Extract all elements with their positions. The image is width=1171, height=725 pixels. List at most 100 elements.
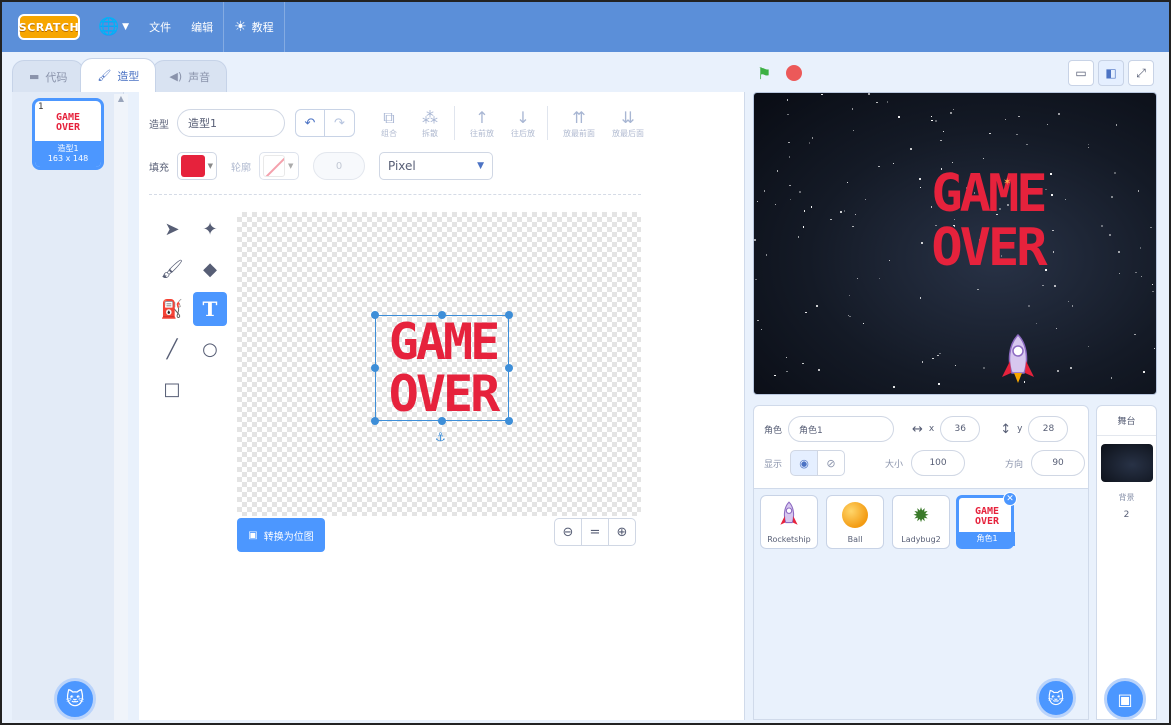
resize-handle[interactable] (371, 364, 379, 372)
sprite-name: Ladybug2 (901, 535, 941, 544)
fullscreen-button[interactable]: ⤢ (1128, 60, 1154, 86)
forward-button[interactable]: ↑ 往前放 (463, 108, 501, 139)
text-tool[interactable]: T (193, 292, 227, 326)
resize-handle[interactable] (371, 311, 379, 319)
star (937, 354, 939, 357)
arrow-bottom-icon: ⇊ (621, 107, 635, 127)
resize-handle[interactable] (371, 417, 379, 425)
star (854, 213, 857, 216)
fill-color-picker[interactable]: ▼ (177, 152, 217, 180)
sprite-tile-ladybug2[interactable]: ✹ Ladybug2 (892, 495, 950, 549)
star (977, 288, 979, 291)
delete-sprite-button[interactable]: ✕ (1003, 492, 1017, 506)
show-label: 显示 (764, 459, 783, 470)
outline-width-input[interactable]: 0 (313, 152, 365, 180)
tutorials-menu[interactable]: ☀ 教程 (224, 2, 284, 52)
y-input[interactable]: 28 (1028, 416, 1069, 442)
front-button[interactable]: ⇈ 放最前面 (556, 108, 602, 139)
star (1101, 225, 1103, 227)
sprite-thumbnail (827, 500, 883, 530)
star (1153, 347, 1156, 349)
chevron-down-icon: ▼ (288, 162, 294, 170)
show-button[interactable]: ◉ (790, 450, 819, 476)
convert-to-bitmap-button[interactable]: ▣ 转换为位图 (237, 518, 325, 552)
selection-box[interactable] (375, 315, 509, 421)
paint-canvas[interactable]: GAME OVER ⚓ (237, 212, 641, 516)
direction-input[interactable]: 90 (1031, 450, 1086, 476)
tab-sounds[interactable]: ◀) 声音 (152, 60, 228, 92)
circle-tool[interactable]: ○ (193, 332, 227, 366)
sound-icon: ◀) (169, 70, 183, 83)
star (808, 142, 811, 144)
resize-handle[interactable] (505, 417, 513, 425)
zoom-out-button[interactable]: ⊖ (554, 518, 582, 546)
stage-target-panel[interactable]: 舞台 背景 2 (1096, 405, 1157, 720)
stop-button[interactable] (786, 65, 802, 81)
ladybug-sprite-icon[interactable]: ✶ (1003, 177, 1011, 188)
star (1042, 284, 1044, 287)
edit-menu[interactable]: 编辑 (181, 2, 223, 52)
sprite-name-input[interactable]: 角色1 (788, 416, 895, 442)
stage[interactable]: GAME OVER ✶ (753, 92, 1157, 395)
resize-handle[interactable] (438, 417, 446, 425)
reshape-tool[interactable]: ✦ (193, 212, 227, 246)
line-tool[interactable]: ╱ (155, 332, 189, 366)
add-costume-button[interactable]: 🐱 (54, 678, 96, 720)
star (787, 113, 789, 115)
tab-code[interactable]: ▬ 代码 (12, 60, 85, 92)
star (843, 210, 846, 212)
group-button[interactable]: ⧉ 组合 (370, 108, 408, 139)
tutorials-label: 教程 (251, 21, 274, 34)
ungroup-button[interactable]: ⁂ 拆散 (411, 108, 449, 139)
costume-tile[interactable]: 1 GAME OVER 造型1 163 x 148 (32, 98, 104, 170)
star (919, 297, 922, 299)
normal-stage-button[interactable]: ◧ (1098, 60, 1124, 86)
sprite-tile-rocketship[interactable]: Rocketship (760, 495, 818, 549)
sprite-tile-ball[interactable]: Ball (826, 495, 884, 549)
star (1110, 377, 1113, 379)
costume-name-input[interactable]: 造型1 (177, 109, 285, 137)
brush-tool[interactable]: 🖌 (155, 252, 189, 286)
undo-redo-group: ↶ ↷ (295, 109, 355, 137)
add-sprite-button[interactable]: 🐱 (1036, 678, 1076, 718)
backward-button[interactable]: ↓ 往后放 (504, 108, 542, 139)
sprite-tile-selected[interactable]: GAME OVER 角色1 ✕ (956, 492, 1017, 549)
add-backdrop-button[interactable]: ▣ (1104, 678, 1146, 720)
eraser-tool[interactable]: ◆ (193, 252, 227, 286)
resize-handle[interactable] (438, 311, 446, 319)
costume-list-scrollbar[interactable]: ▲ (114, 94, 128, 720)
fill-tool[interactable]: ⛽ (155, 292, 189, 326)
resize-handle[interactable] (505, 364, 513, 372)
star (1134, 333, 1136, 336)
line-icon: ╱ (166, 338, 178, 360)
scratch-logo[interactable]: SCRATCH (18, 14, 80, 40)
star (1087, 146, 1090, 148)
language-menu[interactable]: 🌐 ▼ (88, 2, 139, 52)
star (786, 370, 788, 373)
back-button[interactable]: ⇊ 放最后面 (605, 108, 651, 139)
font-select[interactable]: Pixel ▼ (379, 152, 493, 180)
hide-button[interactable]: ⊘ (817, 450, 846, 476)
star (754, 239, 756, 241)
redo-button[interactable]: ↷ (325, 109, 355, 137)
outline-color-picker[interactable]: ▼ (259, 152, 299, 180)
costume-footer: 造型1 163 x 148 (35, 141, 101, 167)
x-input[interactable]: 36 (940, 416, 981, 442)
resize-handle[interactable] (505, 311, 513, 319)
rectangle-tool[interactable]: □ (155, 372, 189, 406)
star (811, 137, 814, 139)
tab-costumes[interactable]: 🖌 造型 (80, 58, 157, 92)
size-input[interactable]: 100 (911, 450, 966, 476)
text-icon: T (202, 297, 218, 321)
zoom-in-button[interactable]: ⊕ (608, 518, 636, 546)
rocketship-sprite[interactable] (1000, 333, 1036, 385)
rotate-handle-icon[interactable]: ⚓ (435, 430, 446, 444)
undo-button[interactable]: ↶ (295, 109, 325, 137)
star (950, 112, 952, 114)
zoom-reset-button[interactable]: = (581, 518, 609, 546)
select-tool[interactable]: ➤ (155, 212, 189, 246)
star (757, 319, 759, 322)
file-menu[interactable]: 文件 (139, 2, 181, 52)
green-flag-icon[interactable]: ⚑ (757, 64, 771, 83)
small-stage-button[interactable]: ▭ (1068, 60, 1094, 86)
